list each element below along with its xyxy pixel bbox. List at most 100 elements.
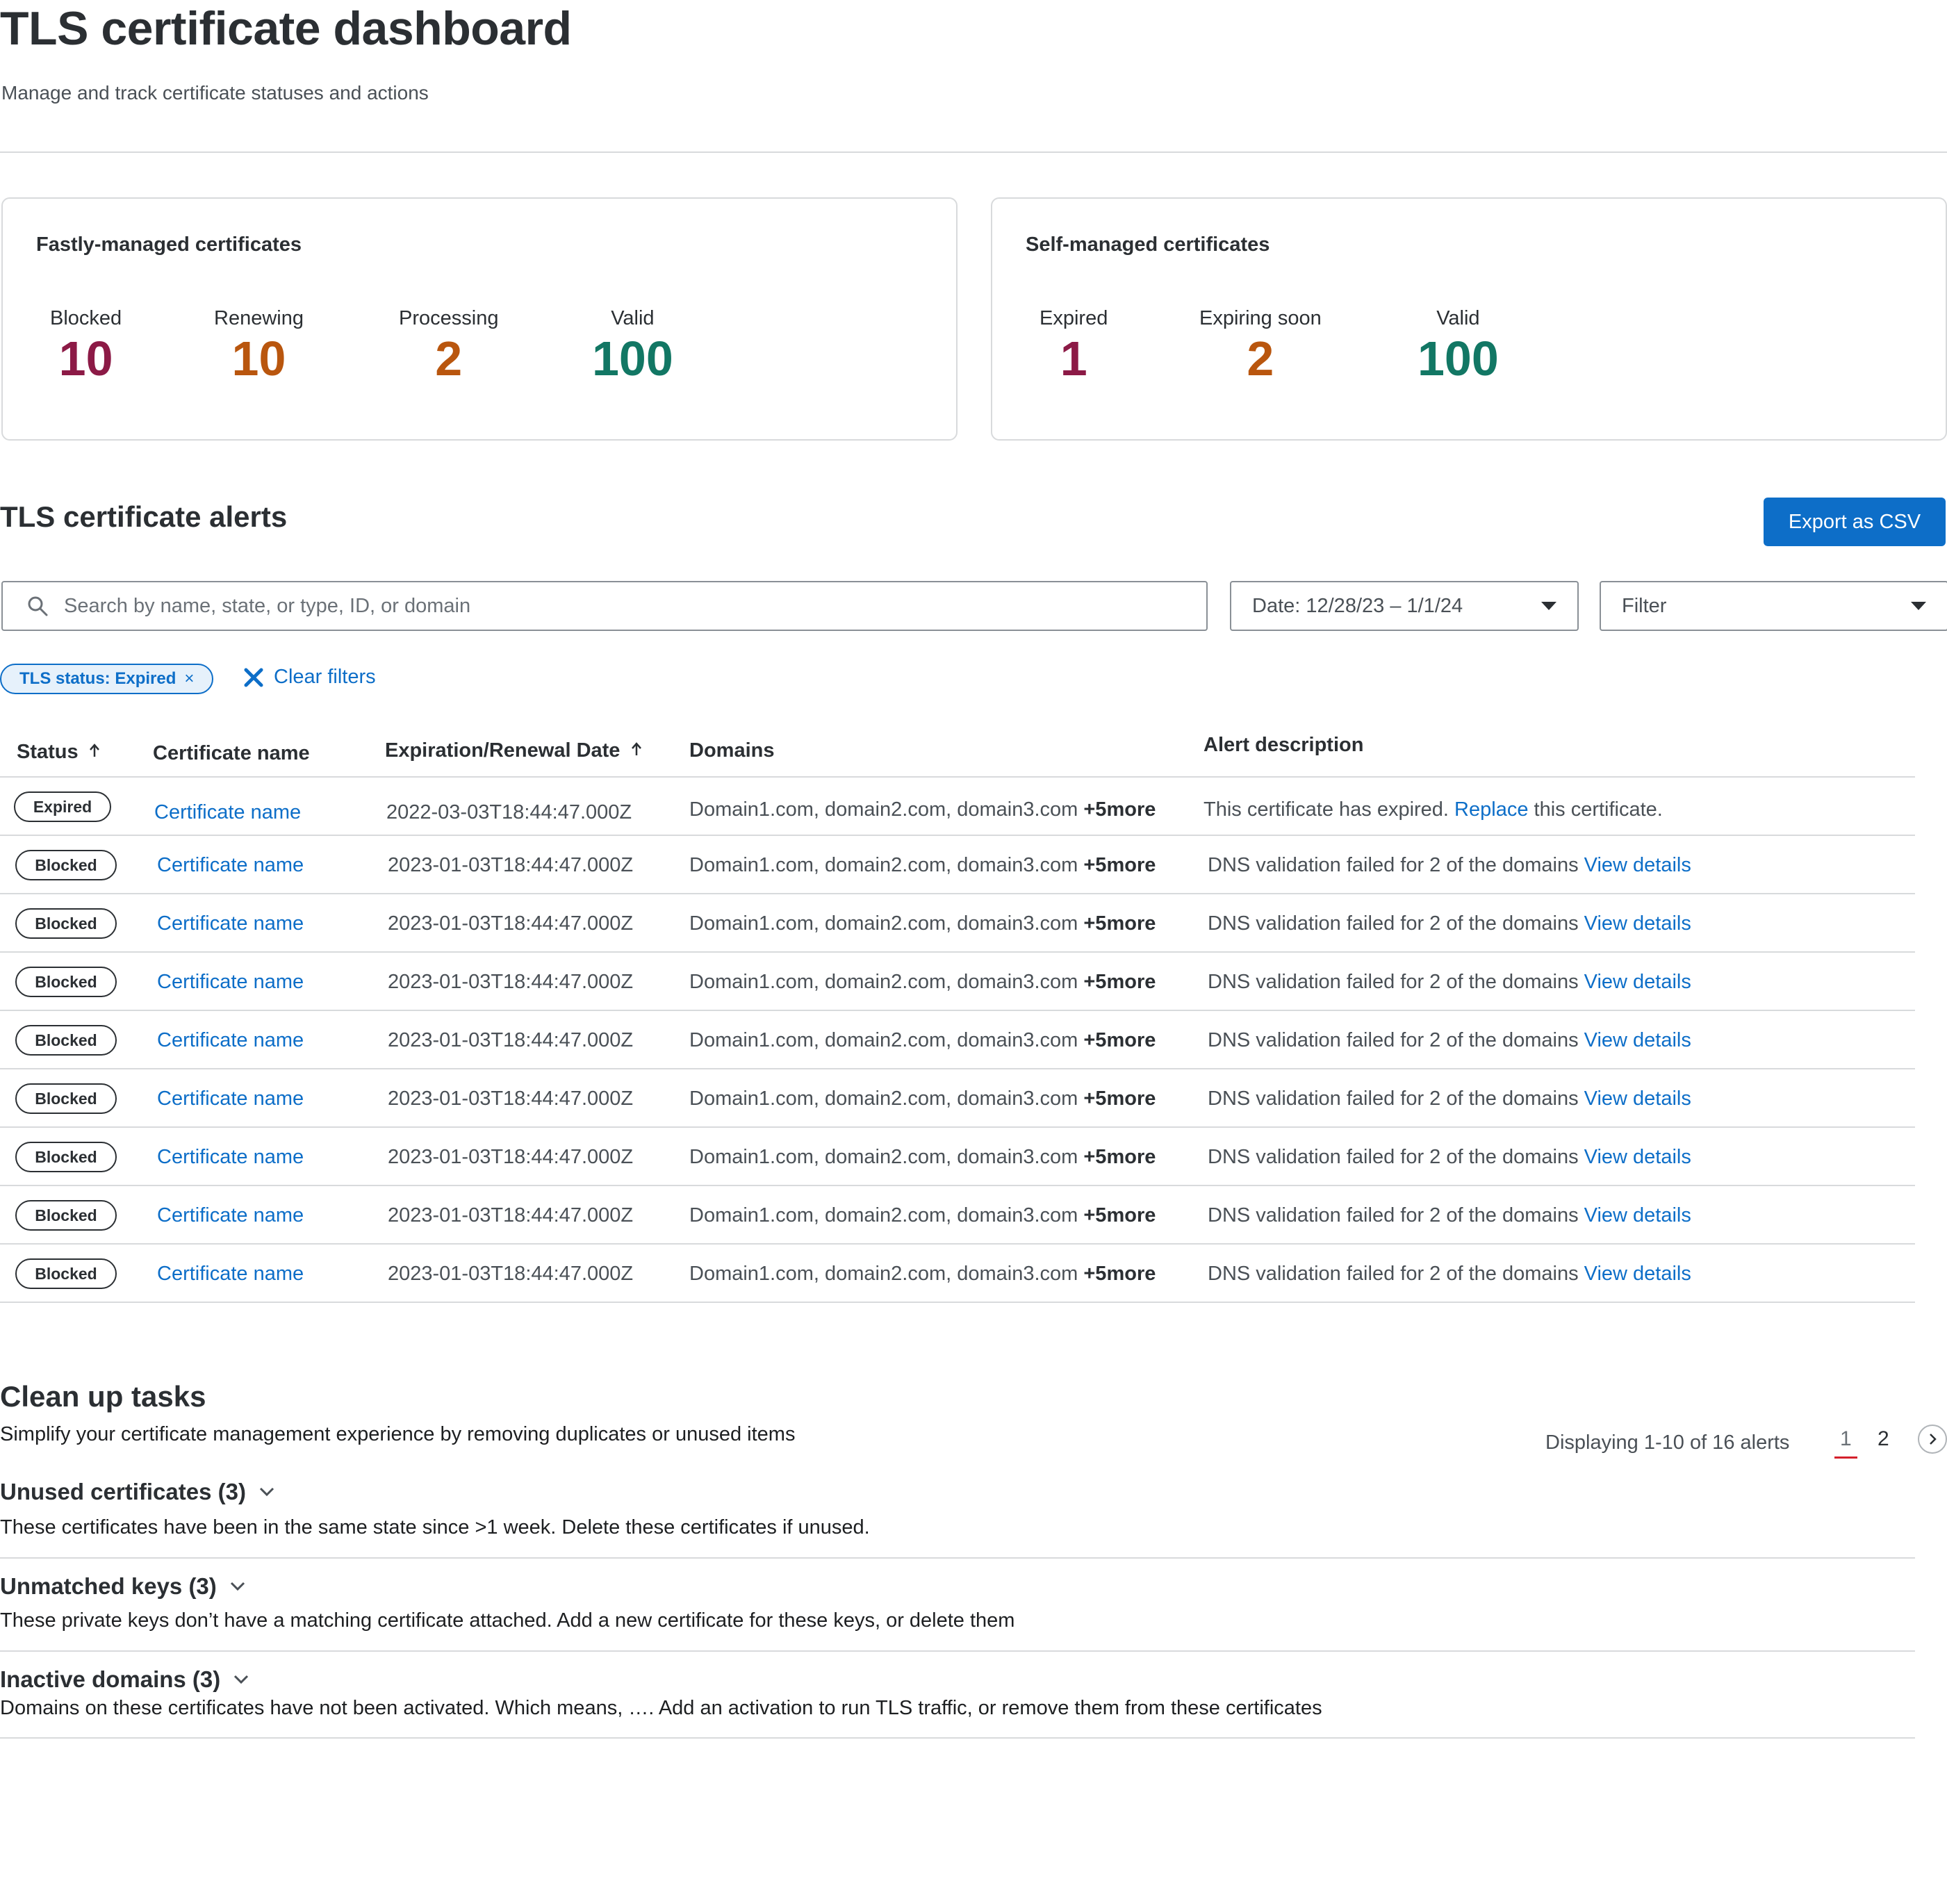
search-icon	[28, 596, 48, 616]
domains-cell: Domain1.com, domain2.com, domain3.com +5…	[689, 912, 1156, 935]
unused-certificates-toggle[interactable]: Unused certificates (3)	[0, 1479, 275, 1505]
stat-processing: Processing 2	[399, 307, 498, 383]
page-subtitle: Manage and track certificate statuses an…	[1, 82, 429, 104]
domains-cell: Domain1.com, domain2.com, domain3.com +5…	[689, 854, 1156, 877]
domains-list: Domain1.com, domain2.com, domain3.com	[689, 1029, 1078, 1051]
stat-valid: Valid 100	[1418, 307, 1499, 383]
chevron-down-icon	[230, 1582, 245, 1591]
status-badge: Blocked	[15, 850, 117, 880]
certificate-name-link[interactable]: Certificate name	[157, 912, 304, 935]
cleanup-title: Clean up tasks	[0, 1380, 206, 1413]
group-divider	[0, 1557, 1915, 1559]
domains-cell: Domain1.com, domain2.com, domain3.com +5…	[689, 971, 1156, 994]
chip-label: TLS status: Expired	[19, 669, 176, 688]
more-domains-link[interactable]: +5more	[1083, 912, 1156, 935]
certificate-name-link[interactable]: Certificate name	[157, 1204, 304, 1227]
certificate-name-link[interactable]: Certificate name	[157, 854, 304, 877]
table-row: Expired Certificate name 2022-03-03T18:4…	[0, 778, 1915, 836]
alert-text: DNS validation failed for 2 of the domai…	[1208, 971, 1579, 993]
clear-filters-label: Clear filters	[274, 666, 376, 688]
more-domains-link[interactable]: +5more	[1083, 1263, 1156, 1285]
alert-description: DNS validation failed for 2 of the domai…	[1208, 912, 1691, 935]
view-details-link[interactable]: View details	[1584, 854, 1691, 876]
column-alert-description[interactable]: Alert description	[1203, 734, 1363, 757]
search-input[interactable]	[63, 593, 1105, 618]
replace-link[interactable]: Replace	[1454, 798, 1528, 821]
alert-text: DNS validation failed for 2 of the domai…	[1208, 854, 1579, 876]
expiration-date: 2023-01-03T18:44:47.000Z	[388, 1029, 634, 1051]
date-range-select[interactable]: Date: 12/28/23 – 1/1/24	[1230, 581, 1579, 631]
certificate-name-link[interactable]: Certificate name	[157, 1146, 304, 1169]
view-details-link[interactable]: View details	[1584, 1204, 1691, 1226]
table-row: Blocked Certificate name 2023-01-03T18:4…	[0, 953, 1915, 1011]
filter-select[interactable]: Filter	[1600, 581, 1947, 631]
arrow-up-icon	[89, 744, 99, 757]
certificate-name-link[interactable]: Certificate name	[157, 1029, 304, 1052]
stat-value: 10	[58, 331, 113, 386]
clear-filters-button[interactable]: Clear filters	[243, 666, 376, 689]
inactive-domains-toggle[interactable]: Inactive domains (3)	[0, 1666, 249, 1693]
search-field[interactable]	[1, 581, 1208, 631]
column-domains[interactable]: Domains	[689, 739, 774, 762]
more-domains-link[interactable]: +5more	[1083, 971, 1156, 993]
stat-value: 100	[1418, 331, 1499, 386]
alert-text: DNS validation failed for 2 of the domai…	[1208, 1088, 1579, 1110]
column-status[interactable]: Status	[17, 741, 101, 764]
more-domains-link[interactable]: +5more	[1083, 1204, 1156, 1226]
domains-list: Domain1.com, domain2.com, domain3.com	[689, 1146, 1078, 1168]
more-domains-link[interactable]: +5more	[1083, 1146, 1156, 1168]
column-certificate-name[interactable]: Certificate name	[153, 742, 310, 765]
alert-description: DNS validation failed for 2 of the domai…	[1208, 971, 1691, 994]
status-badge: Blocked	[15, 908, 117, 939]
unmatched-keys-toggle[interactable]: Unmatched keys (3)	[0, 1573, 246, 1600]
export-csv-button[interactable]: Export as CSV	[1764, 498, 1946, 546]
more-domains-link[interactable]: +5more	[1083, 854, 1156, 876]
expiration-date: 2023-01-03T18:44:47.000Z	[388, 971, 634, 993]
page-title: TLS certificate dashboard	[0, 2, 572, 55]
view-details-link[interactable]: View details	[1584, 1263, 1691, 1285]
group-title-label: Unmatched keys (3)	[0, 1573, 217, 1599]
expiration-date: 2023-01-03T18:44:47.000Z	[388, 1204, 634, 1226]
page-1-button[interactable]: 1	[1834, 1427, 1857, 1459]
expiration-date: 2023-01-03T18:44:47.000Z	[388, 1146, 634, 1168]
certificate-name-link[interactable]: Certificate name	[157, 971, 304, 994]
chevron-down-icon	[234, 1675, 249, 1684]
status-badge: Blocked	[15, 1258, 117, 1289]
header-divider	[0, 151, 1947, 153]
close-icon[interactable]: ×	[184, 669, 194, 689]
certificate-name-link[interactable]: Certificate name	[154, 801, 301, 824]
view-details-link[interactable]: View details	[1584, 971, 1691, 993]
alert-description: DNS validation failed for 2 of the domai…	[1208, 1029, 1691, 1052]
chevron-right-icon	[1930, 1434, 1937, 1445]
page-2-button[interactable]: 2	[1878, 1427, 1889, 1451]
next-page-button[interactable]	[1918, 1425, 1947, 1454]
view-details-link[interactable]: View details	[1584, 1146, 1691, 1168]
certificate-name-link[interactable]: Certificate name	[157, 1263, 304, 1286]
view-details-link[interactable]: View details	[1584, 912, 1691, 935]
group-title-label: Inactive domains (3)	[0, 1666, 221, 1692]
domains-cell: Domain1.com, domain2.com, domain3.com +5…	[689, 798, 1156, 821]
table-row: Blocked Certificate name 2023-01-03T18:4…	[0, 1011, 1915, 1069]
alert-description: DNS validation failed for 2 of the domai…	[1208, 1088, 1691, 1110]
alert-text: DNS validation failed for 2 of the domai…	[1208, 912, 1579, 935]
alert-text: DNS validation failed for 2 of the domai…	[1208, 1146, 1579, 1168]
alert-text: DNS validation failed for 2 of the domai…	[1208, 1263, 1579, 1285]
stat-label: Renewing	[214, 307, 304, 329]
stat-label: Valid	[1436, 307, 1480, 329]
more-domains-link[interactable]: +5more	[1083, 1088, 1156, 1110]
pagination-summary: Displaying 1-10 of 16 alerts	[1545, 1431, 1790, 1454]
certificate-name-link[interactable]: Certificate name	[157, 1088, 304, 1110]
chevron-down-icon	[1541, 602, 1556, 610]
close-icon	[244, 668, 263, 687]
more-domains-link[interactable]: +5more	[1083, 798, 1156, 821]
view-details-link[interactable]: View details	[1584, 1088, 1691, 1110]
filter-value: Filter	[1622, 594, 1667, 617]
filter-chip-tls-status[interactable]: TLS status: Expired ×	[0, 664, 214, 694]
view-details-link[interactable]: View details	[1584, 1029, 1691, 1051]
column-expiration-date[interactable]: Expiration/Renewal Date	[385, 739, 643, 762]
more-domains-link[interactable]: +5more	[1083, 1029, 1156, 1051]
status-badge: Expired	[14, 791, 111, 822]
domains-list: Domain1.com, domain2.com, domain3.com	[689, 1204, 1078, 1226]
stat-value: 2	[1247, 331, 1274, 386]
group-description: These private keys don’t have a matching…	[0, 1609, 1015, 1632]
